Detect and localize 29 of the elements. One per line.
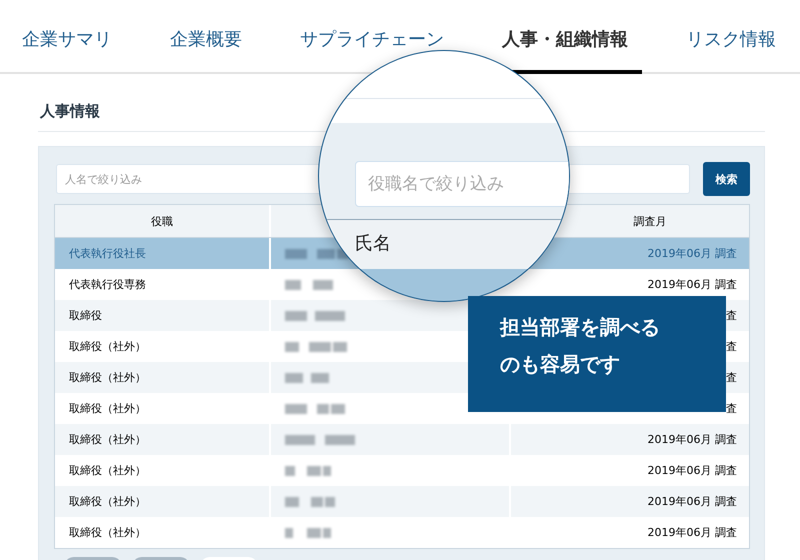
table-cell: 2019年06月 調査: [648, 277, 737, 292]
table-cell: 取締役: [69, 308, 102, 323]
table-cell: 査: [726, 370, 737, 385]
table-cell: 2019年06月 調査: [648, 494, 737, 509]
table-cell: 査: [726, 308, 737, 323]
search-button[interactable]: 検索: [703, 162, 750, 196]
table-cell: 査: [726, 401, 737, 416]
column-header: 氏名: [355, 233, 391, 254]
table-cell: 取締役（社外）: [69, 432, 146, 447]
table-cell: 取締役（社外）: [69, 339, 146, 354]
table-cell: 取締役（社外）: [69, 370, 146, 385]
table-cell: 取締役（社外）: [69, 463, 146, 478]
table-cell: 2019年06月 調査: [648, 432, 737, 447]
table-cell: 取締役（社外）: [69, 401, 146, 416]
position-filter-field[interactable]: 役職名で絞り込み: [355, 161, 569, 207]
table-cell: 2019年06月 調査: [648, 246, 737, 261]
tab[interactable]: リスク情報: [672, 0, 790, 72]
table-cell: 2019年06月 調査: [648, 525, 737, 540]
table-cell: 査: [726, 339, 737, 354]
tab[interactable]: 企業概要: [156, 0, 256, 72]
table-cell: 取締役（社外）: [69, 525, 146, 540]
table-cell: 2019年06月 調査: [648, 463, 737, 478]
table-cell: 代表執行役社長: [69, 246, 146, 261]
table-row[interactable]: 取締役（社外） 2019年06月 調査: [55, 486, 749, 517]
table-row[interactable]: 取締役（社外） 2019年06月 調査: [55, 424, 749, 455]
tab[interactable]: 企業サマリ: [8, 0, 126, 72]
column-header: 調査月: [632, 214, 668, 230]
table-cell: 代表執行役専務: [69, 277, 146, 292]
table-cell: 取締役（社外）: [69, 494, 146, 509]
